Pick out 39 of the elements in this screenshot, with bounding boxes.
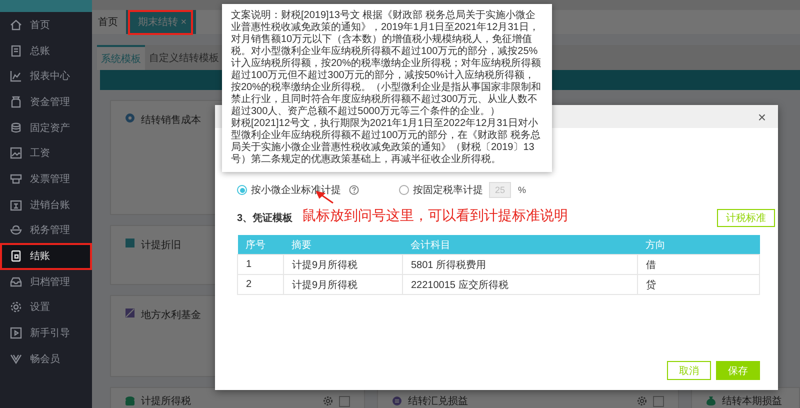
sidebar-item[interactable]: 发票管理	[0, 166, 92, 192]
sidebar-item[interactable]: 畅会员	[0, 346, 92, 372]
sidebar-item[interactable]: 设置	[0, 294, 92, 320]
card-title: 结转汇兑损益	[408, 394, 468, 408]
sidebar-item[interactable]: 税务管理	[0, 218, 92, 244]
sidebar-item[interactable]: 归档管理	[0, 268, 92, 295]
tooltip-text: 文案说明：财税[2019]13号文 根据《财政部 税务总局关于实施小微企业普惠性税收减免政策的通知》，2019年1月1日至2021年12月31日，对月销售额10万元以下（含本数）的增值税小规模纳税人，免征增值税。对小型微利企业年应纳税所得额不超过100万元的部分，减按25%计入应纳税所得额，按20%的税率缴纳企业所得税；对年应纳税所得额超过100万元但不超过300万元的部分，减按50%计入应纳税所得额，按20%的税率缴纳企业所得税。（小型微利企业是指从事国家非限制和禁止行业，且同时符合年度应纳税所得额不超过300万元、从业人数不超过300人、资产总额不超过5000万元等三个条件的企业。）	[231, 10, 542, 118]
table-cell: 5801 所得税费用	[402, 254, 638, 274]
table-cell: 借	[638, 254, 760, 274]
unit-label: %	[518, 185, 526, 195]
table-cell: 计提9月所得税	[284, 254, 402, 274]
table-cell: 22210015 应交所得税	[402, 274, 638, 294]
card-title: 计提所得税	[141, 394, 191, 408]
sidebar-item[interactable]: 进销台账	[0, 192, 92, 218]
section-title: 3、凭证模板	[237, 212, 293, 225]
sidebar-item[interactable]: 首页	[0, 12, 92, 38]
close-button[interactable]: ×	[754, 108, 770, 124]
tab[interactable]: 自定义结转模板	[145, 45, 223, 70]
sidebar-item[interactable]: 资金管理	[0, 89, 92, 115]
tooltip-text: 财税[2021]12号文，执行期限为2021年1月1日至2022年12月31日对小型微利企业年应纳税所得额不超过100万元的部分，在《财政部 税务总局关于实施小微企业普惠性税收减免政策的通知》（财税〔2019〕13号）第二条规定的优惠政策基础上，再减半征收企业所得税。	[231, 118, 542, 166]
table-cell: 贷	[638, 274, 760, 294]
column-header: 方向	[638, 235, 760, 254]
annotation-text: 鼠标放到问号这里，可以看到计提标准说明	[302, 207, 568, 225]
sidebar-item[interactable]: 新手引导	[0, 320, 92, 346]
card-title: 计提折旧	[141, 238, 181, 252]
column-header: 序号	[238, 235, 284, 254]
column-header: 摘要	[284, 235, 402, 254]
table-cell: 2	[238, 274, 284, 294]
radio-label: 按固定税率计提	[413, 184, 483, 197]
card-title: 地方水利基金	[141, 308, 201, 322]
sidebar-item[interactable]: 总账	[0, 38, 92, 64]
sidebar-item[interactable]: 工资	[0, 140, 92, 166]
sidebar-item[interactable]: 报表中心	[0, 63, 92, 90]
card-title: 结转本期损益	[722, 394, 782, 408]
card-title: 结转销售成本	[141, 114, 201, 127]
table-cell: 计提9月所得税	[284, 274, 402, 294]
column-header: 会计科目	[402, 235, 638, 254]
table-cell: 1	[238, 254, 284, 274]
sidebar-item[interactable]: 固定资产	[0, 114, 92, 140]
